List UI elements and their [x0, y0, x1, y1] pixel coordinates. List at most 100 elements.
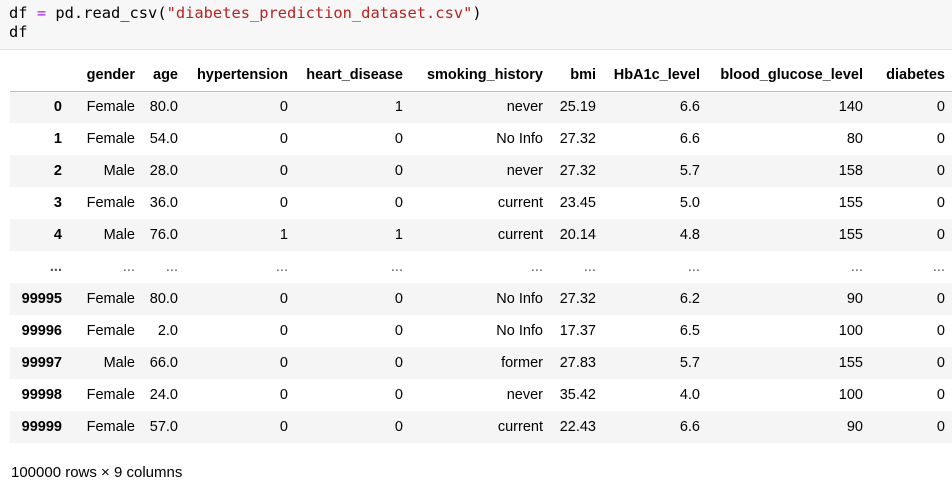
table-cell: 1 — [394, 227, 403, 243]
table-row: 99998 Female 24.0 0 0 never 35.42 4.0 100 0 — [10, 379, 952, 411]
table-cell: 158 — [838, 163, 863, 179]
table-row: 4 Male 76.0 1 1 current 20.14 4.8 155 0 — [10, 219, 952, 251]
column-header: blood_glucose_level — [707, 60, 870, 92]
ellipsis-row: .............................. — [10, 251, 952, 283]
table-cell: ... — [390, 259, 403, 275]
table-cell: 0 — [394, 323, 403, 339]
code-line-2: df — [9, 23, 28, 41]
row-index: ... — [49, 259, 62, 275]
table-cell: 155 — [838, 195, 863, 211]
table-cell: 2.0 — [157, 323, 178, 339]
table-cell: 0 — [279, 291, 288, 307]
code-call-prefix: pd.read_csv( — [55, 4, 167, 22]
table-cell: 5.7 — [679, 355, 700, 371]
table-cell: Male — [103, 355, 135, 371]
table-cell: 4.0 — [679, 387, 700, 403]
table-cell: 35.42 — [559, 387, 596, 403]
row-index: 99999 — [21, 419, 62, 435]
table-cell: 80.0 — [149, 99, 178, 116]
row-index: 4 — [53, 227, 62, 243]
table-cell: ... — [932, 259, 945, 275]
row-index: 1 — [53, 131, 62, 147]
table-cell: never — [506, 99, 543, 116]
table-cell: 0 — [936, 323, 945, 339]
table-row: 0 Female 80.0 0 1 never 25.19 6.6 140 0 — [10, 91, 952, 123]
table-cell: 0 — [279, 99, 288, 116]
row-index: 3 — [53, 195, 62, 211]
table-body: 0 Female 80.0 0 1 never 25.19 6.6 140 0 1 Female 54.… — [10, 91, 952, 443]
table-cell: Female — [86, 291, 135, 307]
table-cell: 0 — [394, 163, 403, 179]
table-cell: ... — [275, 259, 288, 275]
table-cell: 90 — [846, 419, 863, 435]
table-cell: 22.43 — [559, 419, 596, 435]
shape-summary: 100000 rows × 9 columns — [11, 464, 183, 481]
table-cell: 0 — [394, 355, 403, 371]
table-cell: 27.32 — [559, 131, 596, 147]
table-cell: 0 — [936, 387, 945, 403]
table-cell: 0 — [394, 195, 403, 211]
table-cell: former — [501, 355, 543, 371]
table-cell: 0 — [279, 419, 288, 435]
table-cell: 23.45 — [559, 195, 596, 211]
table-cell: 76.0 — [149, 227, 178, 243]
code-assign-op: = — [36, 4, 47, 22]
table-cell: 0 — [394, 131, 403, 147]
table-cell: 25.19 — [559, 99, 596, 116]
table-cell: 155 — [838, 355, 863, 371]
table-cell: 1 — [394, 99, 403, 116]
table-cell: Male — [103, 227, 135, 243]
table-row: 99997 Male 66.0 0 0 former 27.83 5.7 155 0 — [10, 347, 952, 379]
header-row: gender age hypertension heart_disease smokin… — [10, 60, 952, 92]
table-cell: Female — [86, 323, 135, 339]
table-row: 2 Male 28.0 0 0 never 27.32 5.7 158 0 — [10, 155, 952, 187]
table-cell: 6.6 — [679, 131, 700, 147]
column-header: age — [142, 60, 185, 92]
table-cell: 0 — [936, 131, 945, 147]
table-cell: 155 — [838, 227, 863, 243]
table-cell: 6.5 — [679, 323, 700, 339]
table-cell: 0 — [936, 195, 945, 211]
code-var: df — [9, 4, 28, 22]
table-cell: 0 — [279, 195, 288, 211]
table-cell: 0 — [936, 99, 945, 116]
table-cell: 0 — [394, 291, 403, 307]
table-cell: never — [506, 387, 543, 403]
cell-output: gender age hypertension heart_disease smokin… — [10, 60, 952, 443]
table-cell: 0 — [394, 387, 403, 403]
table-cell: 80.0 — [149, 291, 178, 307]
table-cell: 27.83 — [559, 355, 596, 371]
column-header: HbA1c_level — [603, 60, 707, 92]
table-cell: 0 — [394, 419, 403, 435]
table-cell: ... — [122, 259, 135, 275]
table-row: 1 Female 54.0 0 0 No Info 27.32 6.6 80 0 — [10, 123, 952, 155]
table-cell: 0 — [936, 355, 945, 371]
table-cell: 0 — [279, 323, 288, 339]
table-cell: 90 — [846, 291, 863, 307]
table-cell: Female — [86, 131, 135, 147]
row-index: 0 — [53, 99, 62, 116]
table-row: 99999 Female 57.0 0 0 current 22.43 6.6 90 0 — [10, 411, 952, 443]
table-cell: 100 — [838, 387, 863, 403]
table-cell: 0 — [936, 291, 945, 307]
table-cell: ... — [850, 259, 863, 275]
table-cell: current — [497, 195, 543, 211]
row-index: 99998 — [21, 387, 62, 403]
column-header: smoking_history — [410, 60, 550, 92]
table-cell: Female — [86, 387, 135, 403]
table-cell: 20.14 — [559, 227, 596, 243]
row-index: 99996 — [21, 323, 62, 339]
table-cell: 4.8 — [679, 227, 700, 243]
table-cell: ... — [687, 259, 700, 275]
table-cell: 6.6 — [679, 99, 700, 116]
table-header: gender age hypertension heart_disease smokin… — [10, 60, 952, 92]
code-cell-input[interactable]: df = pd.read_csv("diabetes_prediction_da… — [0, 0, 952, 50]
table-cell: 100 — [838, 323, 863, 339]
table-cell: Female — [86, 195, 135, 211]
table-cell: 27.32 — [559, 291, 596, 307]
index-header — [10, 60, 69, 92]
table-cell: 140 — [838, 99, 863, 116]
table-cell: 0 — [279, 163, 288, 179]
notebook-page: df = pd.read_csv("diabetes_prediction_da… — [0, 0, 952, 487]
table-cell: ... — [530, 259, 543, 275]
